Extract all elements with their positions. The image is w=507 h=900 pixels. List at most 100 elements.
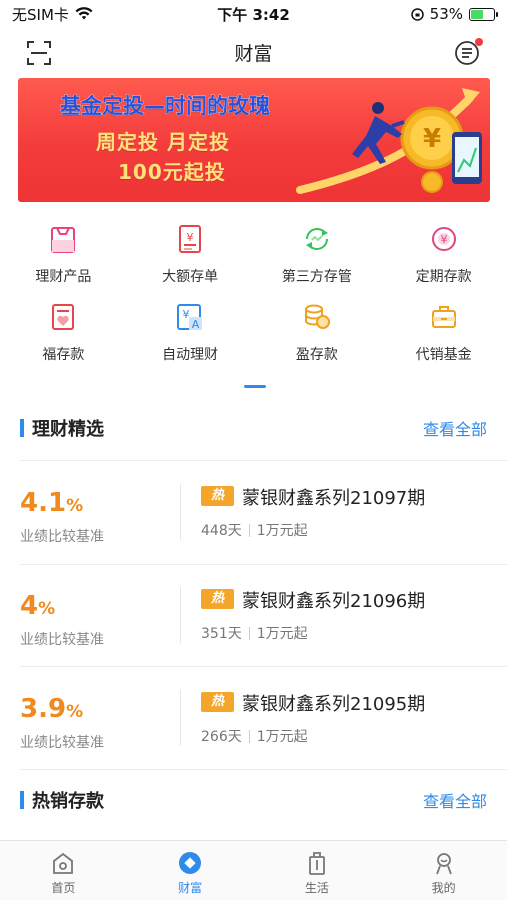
carrier-label: 无SIM卡: [12, 5, 69, 24]
section-title: 理财精选: [32, 419, 104, 440]
menu-item-large-deposit[interactable]: ¥ 大额存单: [127, 222, 254, 300]
divider: [180, 587, 181, 643]
product-meta: 351天 1万元起: [201, 623, 308, 643]
yuan-document-icon: ¥: [179, 225, 202, 253]
status-bar: 无SIM卡 下午 3:42 53%: [0, 0, 507, 28]
rate-number: 3.9: [20, 694, 67, 724]
rate-label: 业绩比较基准: [20, 735, 104, 751]
tab-label: 我的: [431, 881, 456, 895]
menu-item-auto-finance[interactable]: ¥ A 自动理财: [127, 300, 254, 378]
divider: [20, 666, 507, 667]
rate-label: 业绩比较基准: [20, 632, 104, 648]
section-title: 热销存款: [32, 791, 104, 812]
scan-icon[interactable]: [26, 40, 52, 66]
svg-text:A: A: [192, 318, 200, 331]
divider: [180, 484, 181, 540]
wifi-icon: [75, 7, 93, 20]
menu-label: 定期存款: [415, 269, 472, 285]
menu-label: 福存款: [42, 347, 85, 363]
see-all-deposit-link[interactable]: 查看全部: [423, 788, 487, 812]
banner-subline-1: 周定投 月定投: [96, 130, 230, 154]
briefcase-icon: [431, 306, 456, 328]
rate-value: 3.9%: [20, 694, 83, 724]
banner-headline-a: 基金定投: [60, 94, 145, 119]
tab-label: 生活: [304, 881, 329, 895]
tab-life[interactable]: 生活: [254, 841, 381, 900]
life-icon: [308, 852, 325, 875]
rate-value: 4%: [20, 591, 55, 621]
wealth-icon: [179, 852, 202, 874]
see-all-wealth-link[interactable]: 查看全部: [423, 416, 487, 440]
menu-label: 盈存款: [295, 347, 338, 363]
battery-percent: 53%: [429, 5, 463, 23]
svg-text:¥: ¥: [183, 308, 190, 321]
rate-label: 业绩比较基准: [20, 529, 104, 545]
meta-separator: [248, 729, 250, 743]
product-row[interactable]: 4.1% 业绩比较基准 热 蒙银财鑫系列21097期 448天 1万元起: [0, 462, 507, 564]
banner-subline-2: 100元起投: [118, 160, 226, 184]
section-marker: [20, 791, 24, 809]
svg-text:¥: ¥: [423, 124, 441, 154]
menu-item-wealth-products[interactable]: 理财产品: [0, 222, 127, 300]
message-button[interactable]: [453, 38, 483, 68]
rate-number: 4: [20, 591, 39, 621]
nav-bar: 财富: [0, 28, 507, 76]
section-wealth-picks: 理财精选 查看全部: [0, 408, 507, 448]
menu-label: 自动理财: [162, 347, 219, 363]
menu-label: 第三方存管: [281, 269, 352, 285]
divider: [180, 690, 181, 746]
banner-headline-b: —时间的玫瑰: [144, 94, 271, 119]
product-meta: 448天 1万元起: [201, 520, 308, 540]
bag-icon: [51, 227, 76, 253]
product-row[interactable]: 3.9% 业绩比较基准 热 蒙银财鑫系列21095期 266天 1万元起: [0, 668, 507, 770]
coins-icon: [304, 304, 330, 329]
home-icon: [53, 852, 74, 874]
banner-headline: 基金定投—时间的玫瑰: [60, 90, 271, 120]
meta-separator: [248, 523, 250, 537]
hot-badge: 热: [201, 486, 234, 506]
rate-unit: %: [38, 599, 56, 619]
promo-banner[interactable]: 基金定投—时间的玫瑰 周定投 月定投 100元起投 ¥: [18, 78, 490, 202]
product-minimum: 1万元起: [256, 729, 308, 745]
product-row[interactable]: 4% 业绩比较基准 热 蒙银财鑫系列21096期 351天 1万元起: [0, 565, 507, 667]
rate-unit: %: [66, 702, 84, 722]
product-minimum: 1万元起: [256, 523, 308, 539]
tab-home[interactable]: 首页: [0, 841, 127, 900]
product-name: 蒙银财鑫系列21095期: [242, 694, 426, 715]
tab-bar: 首页 财富 生活 我的: [0, 840, 507, 900]
rate-unit: %: [66, 496, 84, 516]
meta-separator: [248, 626, 250, 640]
menu-item-agency-fund[interactable]: 代销基金: [380, 300, 507, 378]
product-term: 351天: [201, 626, 242, 642]
profile-icon: [435, 853, 452, 875]
section-marker: [20, 419, 24, 437]
section-hot-deposits: 热销存款 查看全部: [0, 780, 507, 820]
menu-item-time-deposit[interactable]: ¥ 定期存款: [380, 222, 507, 300]
hot-badge: 热: [201, 692, 234, 712]
menu-label: 理财产品: [35, 269, 92, 285]
product-name: 蒙银财鑫系列21097期: [242, 488, 426, 509]
product-term: 448天: [201, 523, 242, 539]
tab-label: 首页: [51, 881, 76, 895]
status-time: 下午 3:42: [217, 5, 290, 24]
tab-wealth[interactable]: 财富: [127, 841, 254, 900]
product-meta: 266天 1万元起: [201, 726, 308, 746]
page-indicator: [244, 385, 266, 388]
divider: [20, 769, 507, 770]
menu-label: 大额存单: [162, 269, 219, 285]
hot-badge: 热: [201, 589, 234, 609]
product-term: 266天: [201, 729, 242, 745]
quick-menu: 理财产品 ¥ 大额存单 第三方存管 ¥ 定期存款 福存款 ¥ A 自动理财 盈存…: [0, 222, 507, 378]
battery-icon: [469, 7, 498, 21]
heart-card-icon: [52, 304, 75, 330]
auto-finance-icon: ¥ A: [177, 304, 203, 331]
tab-profile[interactable]: 我的: [380, 841, 507, 900]
menu-item-third-party-custody[interactable]: 第三方存管: [254, 222, 381, 300]
menu-item-fu-deposit[interactable]: 福存款: [0, 300, 127, 378]
orientation-lock-icon: [410, 7, 424, 21]
unread-dot: [475, 38, 483, 46]
yuan-circle-icon: ¥: [431, 227, 456, 251]
divider: [20, 460, 507, 461]
banner-illustration: ¥: [296, 88, 482, 194]
menu-item-ying-deposit[interactable]: 盈存款: [254, 300, 381, 378]
